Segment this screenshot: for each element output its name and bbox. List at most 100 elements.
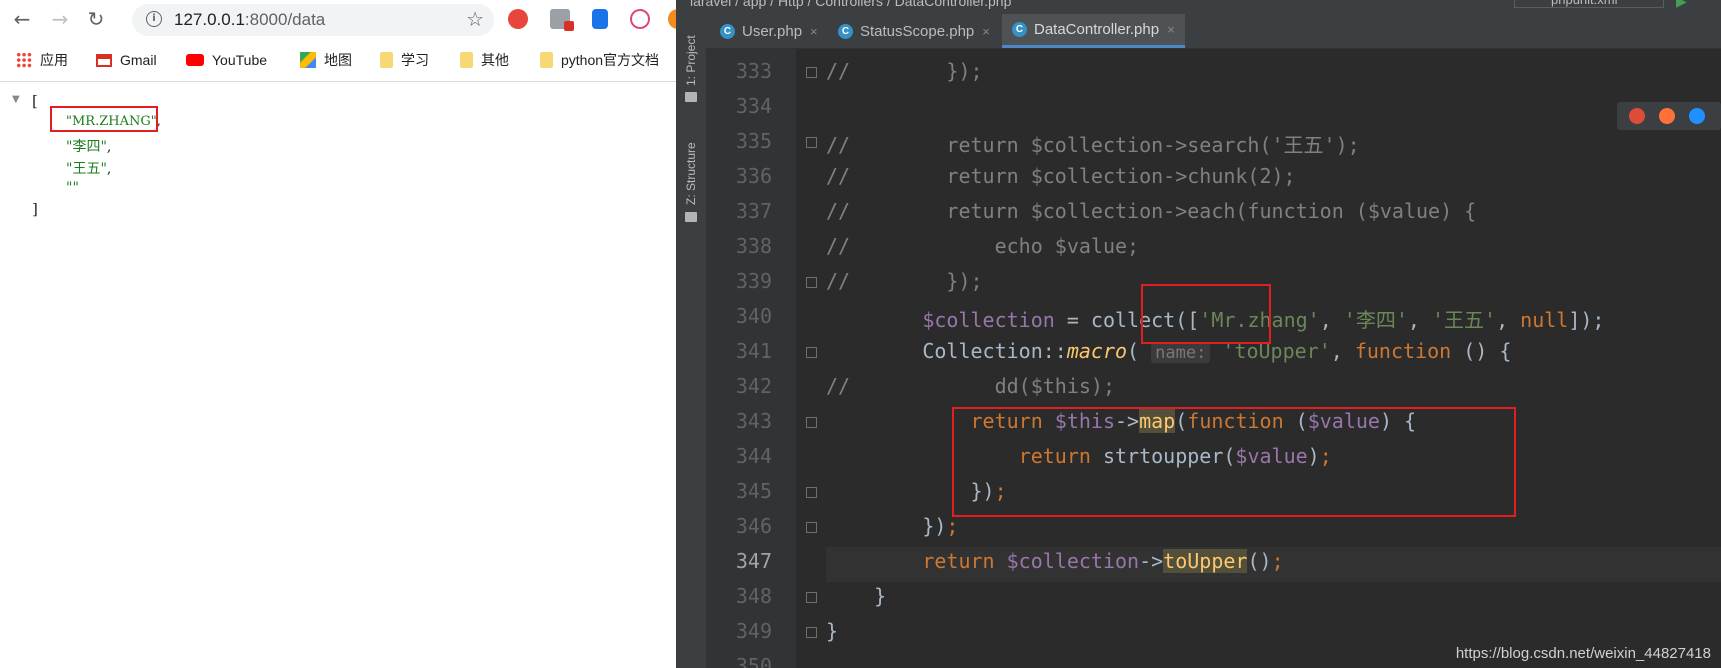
annotation-box-map	[952, 407, 1516, 517]
bookmark-label: 地图	[324, 52, 352, 68]
firefox-icon[interactable]	[1659, 108, 1675, 124]
line-number: 346	[735, 514, 772, 538]
code-line-346[interactable]: });	[826, 514, 958, 538]
code-line-337[interactable]: // return $collection->each(function ($v…	[826, 199, 1476, 223]
tab-user-php[interactable]: C User.php ×	[712, 14, 826, 48]
fold-marker-icon[interactable]	[806, 137, 817, 148]
folder-icon	[380, 52, 393, 68]
code-line-333[interactable]: // });	[826, 59, 983, 83]
forward-icon[interactable]: →	[48, 7, 72, 31]
fold-marker-icon[interactable]	[806, 592, 817, 603]
json-string: "王五"	[66, 161, 107, 177]
tab-label: StatusScope.php	[860, 22, 975, 40]
adblock-extension-icon[interactable]	[508, 9, 528, 29]
line-number: 336	[735, 164, 772, 188]
back-icon[interactable]: ←	[10, 7, 34, 31]
extension-icon[interactable]	[668, 9, 676, 29]
bookmark-youtube[interactable]: YouTube	[186, 50, 267, 70]
fold-marker-icon[interactable]	[806, 522, 817, 533]
json-comma: ,	[106, 161, 112, 177]
fold-marker-icon[interactable]	[806, 347, 817, 358]
fold-marker-icon[interactable]	[806, 277, 817, 288]
code-line-339[interactable]: // });	[826, 269, 983, 293]
code-line-348[interactable]: }	[826, 584, 886, 608]
line-number: 344	[735, 444, 772, 468]
structure-tool-label[interactable]: Z: Structure	[684, 142, 698, 205]
line-number: 337	[735, 199, 772, 223]
info-icon[interactable]: i	[146, 11, 162, 27]
pocket-extension-icon[interactable]	[630, 9, 650, 29]
close-icon[interactable]: ×	[810, 24, 818, 39]
folder-icon	[460, 52, 473, 68]
line-number: 342	[735, 374, 772, 398]
fold-marker-icon[interactable]	[806, 67, 817, 78]
line-number: 349	[735, 619, 772, 643]
json-close-bracket: ]	[32, 200, 38, 218]
bookmarks-bar: 应用 Gmail YouTube 地图 学习 其他 python官方文档	[0, 44, 676, 76]
fold-marker-icon[interactable]	[806, 487, 817, 498]
close-icon[interactable]: ×	[982, 24, 990, 39]
bookmark-folder-python-docs[interactable]: python官方文档	[540, 50, 659, 70]
bookmark-maps[interactable]: 地图	[300, 50, 352, 70]
php-class-icon: C	[720, 23, 735, 39]
folder-icon[interactable]	[685, 92, 697, 102]
code-editor[interactable]: // }); // return $collection->search('王五…	[826, 49, 1721, 668]
bookmark-label: 其他	[481, 52, 509, 68]
reload-icon[interactable]: ↻	[84, 7, 108, 31]
apps-grid-icon	[16, 52, 32, 68]
line-number: 338	[735, 234, 772, 258]
annotation-box-string	[1141, 284, 1271, 344]
bookmark-folder-study[interactable]: 学习	[380, 50, 429, 70]
fold-marker-icon[interactable]	[806, 417, 817, 428]
bookmark-folder-other[interactable]: 其他	[460, 50, 509, 70]
bookmark-gmail[interactable]: Gmail	[96, 50, 157, 70]
bookmark-label: python官方文档	[561, 52, 660, 68]
youtube-icon	[186, 54, 204, 66]
tab-statusscope-php[interactable]: C StatusScope.php ×	[830, 14, 998, 48]
url-text[interactable]: 127.0.0.1:8000/data	[174, 10, 325, 30]
bookmark-apps[interactable]: 应用	[16, 50, 68, 70]
structure-icon[interactable]	[685, 212, 697, 222]
tab-label: User.php	[742, 22, 803, 40]
json-item: "王五",	[66, 158, 111, 178]
ide-window: laravel / app / Http / Controllers / Dat…	[676, 0, 1721, 668]
watermark: https://blog.csdn.net/weixin_44827418	[1455, 645, 1711, 662]
tool-window-strip: 1: Project Z: Structure	[676, 14, 707, 668]
tab-label: DataController.php	[1034, 21, 1160, 38]
code-line-338[interactable]: // echo $value;	[826, 234, 1139, 258]
tab-datacontroller-php[interactable]: C DataController.php ×	[1002, 14, 1185, 48]
code-line-347[interactable]: return $collection->toUpper();	[826, 549, 1284, 573]
safari-icon[interactable]	[1689, 108, 1705, 124]
open-in-browser-bar	[1617, 102, 1721, 130]
close-icon[interactable]: ×	[1167, 22, 1175, 37]
json-string: "李四"	[66, 139, 107, 155]
run-config-select[interactable]: phpunit.xml	[1514, 0, 1664, 8]
code-line-349[interactable]: }	[826, 619, 838, 643]
php-class-icon: C	[1012, 22, 1027, 37]
chrome-icon[interactable]	[1629, 108, 1645, 124]
line-number-current: 347	[735, 549, 772, 573]
translate-extension-icon[interactable]	[592, 9, 608, 29]
breadcrumb[interactable]: laravel / app / Http / Controllers / Dat…	[690, 0, 1011, 9]
url-path: :8000/data	[244, 10, 326, 29]
editor-tabs: C User.php × C StatusScope.php × C DataC…	[706, 14, 1721, 49]
code-line-342[interactable]: // dd($this);	[826, 374, 1115, 398]
fold-marker-icon[interactable]	[806, 627, 817, 638]
annotation-box-json	[50, 106, 158, 132]
url-host: 127.0.0.1	[174, 10, 245, 29]
browser-toolbar: ← → ↻ i 127.0.0.1:8000/data ☆	[0, 0, 676, 38]
project-tool-label[interactable]: 1: Project	[684, 35, 698, 86]
address-bar[interactable]: i 127.0.0.1:8000/data ☆	[132, 4, 494, 36]
line-number: 335	[735, 129, 772, 153]
collapse-arrow-icon[interactable]: ▼	[12, 94, 20, 105]
run-icon[interactable]: ▶	[1676, 0, 1687, 10]
bookmark-label: 应用	[40, 52, 68, 68]
maps-icon	[300, 52, 316, 68]
code-line-336[interactable]: // return $collection->chunk(2);	[826, 164, 1296, 188]
bookmark-label: 学习	[401, 52, 429, 68]
code-line-335[interactable]: // return $collection->search('王五');	[826, 129, 1360, 158]
bookmark-label: Gmail	[120, 52, 157, 68]
line-number: 340	[735, 304, 772, 328]
line-number: 339	[735, 269, 772, 293]
bookmark-star-icon[interactable]: ☆	[466, 7, 484, 31]
